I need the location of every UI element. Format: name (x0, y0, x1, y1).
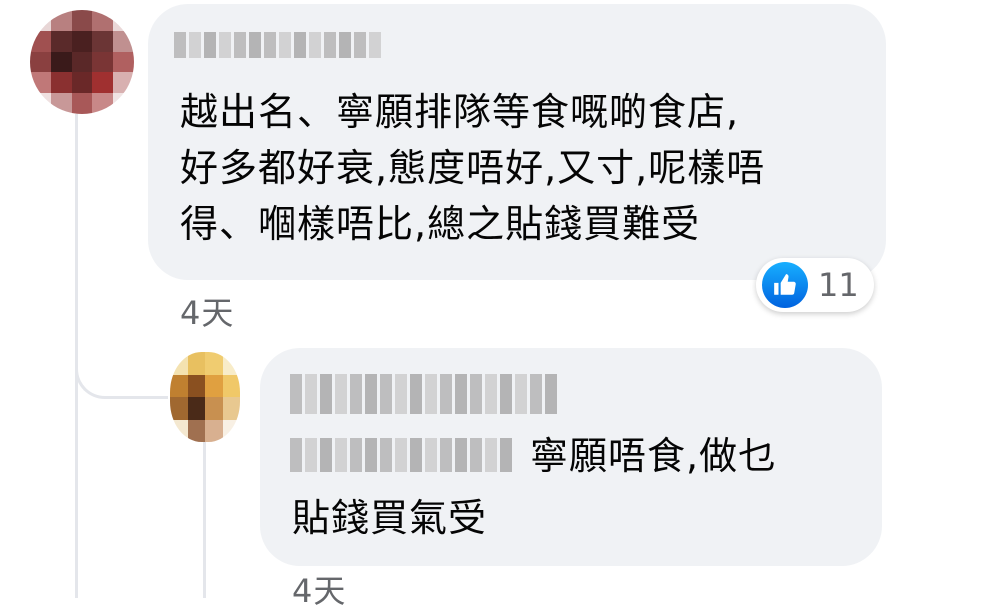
thread-connector-reply (75, 340, 168, 399)
avatar-pixel (222, 419, 240, 442)
thread-line-reply (203, 442, 206, 598)
avatar-pixel (50, 30, 72, 52)
avatar-pixel (222, 352, 240, 375)
avatar-pixel (113, 72, 134, 94)
avatar-pixel (71, 10, 93, 31)
avatar-pixel (205, 374, 223, 397)
avatar-pixel (92, 51, 114, 73)
avatar-pixel (170, 419, 188, 442)
avatar-pixel (71, 93, 93, 114)
avatar-pixel (71, 51, 93, 73)
comment-text-line: 得、嗰樣唔比,總之貼錢買難受 (180, 202, 701, 246)
author-name-blurred[interactable] (290, 374, 570, 414)
tagged-name-blurred[interactable] (290, 438, 526, 472)
avatar-pixel (30, 10, 51, 31)
avatar-pixel (170, 374, 188, 397)
avatar-pixel (205, 419, 223, 442)
like-icon (762, 262, 808, 308)
reaction-summary[interactable]: 11 (756, 258, 874, 312)
avatar-pixel (170, 397, 188, 420)
author-name-blurred[interactable] (174, 32, 390, 58)
avatar-pixel (113, 10, 134, 31)
avatar-pixel (222, 374, 240, 397)
avatar-pixel (50, 10, 72, 31)
avatar-pixel (113, 93, 134, 114)
avatar-pixel (170, 352, 188, 375)
avatar-pixel (50, 51, 72, 73)
avatar-pixel (113, 51, 134, 73)
avatar-pixel (30, 51, 51, 73)
avatar-pixel (222, 397, 240, 420)
comment-text: 越出名、寧願排隊等食嘅啲食店, 好多都好衰,態度唔好,又寸,呢樣唔 得、嗰樣唔比… (180, 84, 765, 252)
reply-text-line: 寧願唔食,做乜 (530, 434, 778, 478)
avatar[interactable] (30, 10, 134, 114)
avatar-pixel (92, 72, 114, 94)
avatar-pixel (92, 93, 114, 114)
avatar-pixel (30, 30, 51, 52)
reaction-count: 11 (818, 266, 859, 304)
avatar-pixel (113, 30, 134, 52)
avatar-pixel (50, 72, 72, 94)
avatar-pixel (205, 397, 223, 420)
avatar-pixel (187, 374, 205, 397)
avatar-pixel (187, 397, 205, 420)
avatar-pixel (71, 72, 93, 94)
avatar-pixel (50, 93, 72, 114)
avatar-pixel (71, 30, 93, 52)
avatar-pixel (187, 419, 205, 442)
avatar-pixel (30, 93, 51, 114)
comment-text-line: 越出名、寧願排隊等食嘅啲食店, (180, 90, 740, 134)
avatar-pixel (187, 352, 205, 375)
comment-text-line: 好多都好衰,態度唔好,又寸,呢樣唔 (180, 146, 766, 190)
timestamp[interactable]: 4天 (180, 288, 234, 334)
timestamp[interactable]: 4天 (292, 566, 346, 612)
avatar-pixel (92, 10, 114, 31)
reply-text-line: 貼錢買氣受 (292, 496, 488, 540)
avatar-pixel (92, 30, 114, 52)
avatar[interactable] (170, 352, 240, 442)
avatar-pixel (30, 72, 51, 94)
avatar-pixel (205, 352, 223, 375)
